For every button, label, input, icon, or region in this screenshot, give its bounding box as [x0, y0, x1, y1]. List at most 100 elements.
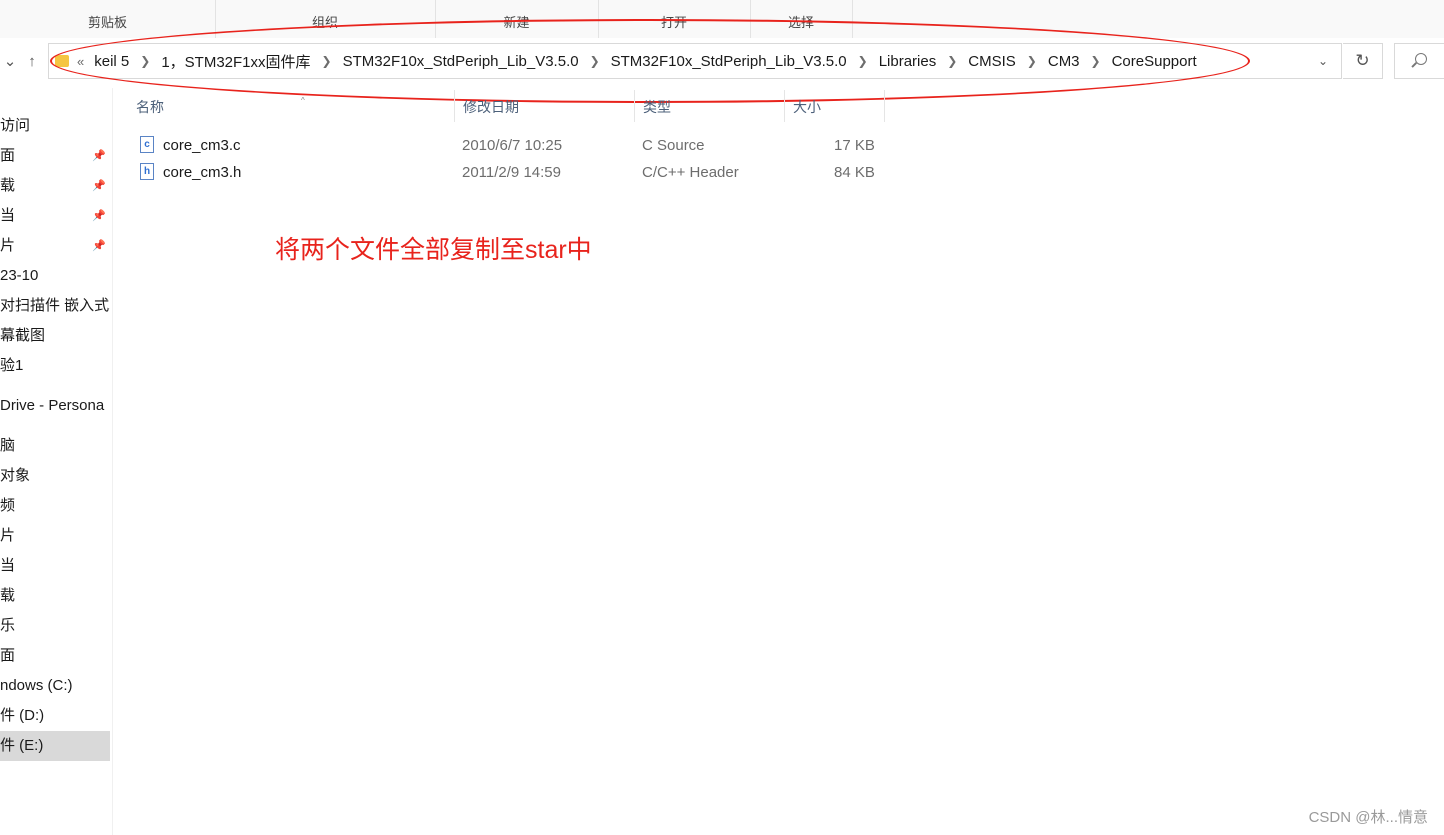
breadcrumb-stm32f1xx-lib[interactable]: 1，STM32F1xx固件库	[161, 51, 310, 72]
column-header-size[interactable]: 大小	[785, 90, 885, 122]
nav-item-scans[interactable]: 对扫描件 嵌入式单	[0, 291, 110, 321]
nav-item-screenshots[interactable]: 幕截图	[0, 321, 110, 351]
nav-item-drive-d[interactable]: 件 (D:)	[0, 701, 110, 731]
nav-item-documents[interactable]: 当 📌	[0, 201, 110, 231]
column-label: 大小	[793, 99, 821, 115]
nav-item-downloads[interactable]: 载 📌	[0, 171, 110, 201]
chevron-down-icon[interactable]: ⌄	[1309, 44, 1337, 78]
breadcrumb-cm3[interactable]: CM3	[1048, 53, 1080, 70]
table-row[interactable]: c core_cm3.c 2010/6/7 10:25 C Source 17 …	[113, 132, 893, 159]
nav-item-label: 访问	[0, 117, 31, 134]
breadcrumb-libraries[interactable]: Libraries	[879, 53, 937, 70]
nav-item-label: 面	[0, 147, 16, 164]
address-bar[interactable]: « keil 5 ❯ 1，STM32F1xx固件库 ❯ STM32F10x_St…	[48, 43, 1342, 79]
breadcrumb-stdperiph-lib-2[interactable]: STM32F10x_StdPeriph_Lib_V3.5.0	[611, 53, 847, 70]
header-file-icon: h	[140, 163, 154, 180]
search-input[interactable]	[1394, 43, 1444, 79]
nav-item-label: 对象	[0, 467, 31, 484]
nav-item-label: 23-10	[0, 267, 39, 284]
breadcrumb-coresupport[interactable]: CoreSupport	[1112, 53, 1197, 70]
breadcrumb-keil5[interactable]: keil 5	[94, 53, 129, 70]
nav-item-onedrive[interactable]: Drive - Persona	[0, 391, 110, 421]
column-header-name[interactable]: 名称 ^	[128, 90, 455, 122]
chevron-right-icon[interactable]: ❯	[140, 54, 150, 68]
nav-item-label: 片	[0, 237, 16, 254]
breadcrumb-overflow[interactable]: «	[77, 54, 84, 69]
pin-icon: 📌	[92, 240, 106, 252]
ribbon-group-clipboard[interactable]: 剪贴板	[0, 0, 216, 38]
ribbon-group-organize[interactable]: 组织	[215, 0, 436, 38]
pin-icon: 📌	[92, 180, 106, 192]
chevron-right-icon[interactable]: ❯	[322, 54, 332, 68]
recent-locations-button[interactable]: ⌄	[0, 50, 20, 74]
nav-item-label: 片	[0, 527, 16, 544]
chevron-right-icon[interactable]: ❯	[1027, 54, 1037, 68]
file-type: C Source	[642, 137, 705, 154]
chevron-right-icon[interactable]: ❯	[590, 54, 600, 68]
file-modified: 2011/2/9 14:59	[462, 164, 561, 181]
watermark: CSDN @林...情意	[1308, 809, 1428, 826]
file-list-header: 名称 ^ 修改日期 类型 大小	[113, 90, 1444, 122]
chevron-right-icon[interactable]: ❯	[858, 54, 868, 68]
file-size: 17 KB	[834, 137, 875, 154]
ribbon-group-open[interactable]: 打开	[598, 0, 751, 38]
folder-icon	[55, 55, 69, 67]
nav-item-3d-objects[interactable]: 对象	[0, 461, 110, 491]
up-button[interactable]: ↑	[22, 50, 42, 74]
ribbon: 剪贴板 组织 新建 打开 选择	[0, 0, 1444, 39]
nav-item-label: 乐	[0, 617, 16, 634]
nav-item-label: 载	[0, 587, 16, 604]
file-type: C/C++ Header	[642, 164, 739, 181]
nav-item-label: ndows (C:)	[0, 677, 73, 694]
refresh-icon: ↻	[1355, 51, 1370, 70]
breadcrumb-stdperiph-lib-1[interactable]: STM32F10x_StdPeriph_Lib_V3.5.0	[343, 53, 579, 70]
ribbon-group-new[interactable]: 新建	[435, 0, 599, 38]
nav-item-videos[interactable]: 频	[0, 491, 110, 521]
file-name[interactable]: core_cm3.h	[163, 159, 241, 186]
nav-item-label: 对扫描件 嵌入式单	[0, 297, 110, 314]
nav-item-pictures[interactable]: 片 📌	[0, 231, 110, 261]
nav-item-quick-access[interactable]: 访问	[0, 111, 110, 141]
nav-item-music[interactable]: 乐	[0, 611, 110, 641]
column-label: 修改日期	[463, 99, 519, 115]
sort-ascending-icon: ^	[301, 96, 305, 105]
nav-item-desktop-pc[interactable]: 面	[0, 641, 110, 671]
nav-item-label: Drive - Persona	[0, 397, 105, 414]
nav-item-desktop[interactable]: 面 📌	[0, 141, 110, 171]
nav-item-label: 件 (D:)	[0, 707, 45, 724]
navigation-pane[interactable]: 访问 面📌 载📌 当📌 片📌 23-10 对扫描件 嵌入式单 幕截图 验1 Dr…	[0, 88, 113, 835]
nav-item-this-pc[interactable]: 脑	[0, 431, 110, 461]
nav-item-downloads-pc[interactable]: 载	[0, 581, 110, 611]
breadcrumb: « keil 5 ❯ 1，STM32F1xx固件库 ❯ STM32F10x_St…	[55, 44, 1197, 78]
nav-item-folder-23-10[interactable]: 23-10	[0, 261, 110, 291]
nav-item-label: 验1	[0, 357, 24, 374]
annotation-text: 将两个文件全部复制至star中	[275, 236, 592, 264]
search-icon	[1415, 53, 1427, 65]
chevron-right-icon[interactable]: ❯	[947, 54, 957, 68]
nav-item-label: 当	[0, 207, 16, 224]
pin-icon: 📌	[92, 210, 106, 222]
file-name[interactable]: core_cm3.c	[163, 132, 241, 159]
column-label: 类型	[643, 99, 671, 115]
column-label: 名称	[136, 99, 164, 115]
address-row: ⌄ ↑ « keil 5 ❯ 1，STM32F1xx固件库 ❯ STM32F10…	[0, 38, 1444, 88]
nav-item-label: 面	[0, 647, 16, 664]
column-header-type[interactable]: 类型	[635, 90, 785, 122]
nav-item-label: 幕截图	[0, 327, 46, 344]
nav-item-pictures-pc[interactable]: 片	[0, 521, 110, 551]
nav-item-drive-c[interactable]: ndows (C:)	[0, 671, 110, 701]
breadcrumb-cmsis[interactable]: CMSIS	[968, 53, 1016, 70]
nav-item-experiment1[interactable]: 验1	[0, 351, 110, 381]
ribbon-group-select[interactable]: 选择	[750, 0, 853, 38]
table-row[interactable]: h core_cm3.h 2011/2/9 14:59 C/C++ Header…	[113, 159, 893, 186]
nav-item-label: 频	[0, 497, 16, 514]
chevron-right-icon[interactable]: ❯	[1091, 54, 1101, 68]
pin-icon: 📌	[92, 150, 106, 162]
column-header-modified[interactable]: 修改日期	[455, 90, 635, 122]
nav-item-label: 件 (E:)	[0, 737, 44, 754]
nav-item-drive-e[interactable]: 件 (E:)	[0, 731, 110, 761]
nav-item-label: 脑	[0, 437, 16, 454]
refresh-button[interactable]: ↻	[1343, 43, 1383, 79]
nav-item-documents-pc[interactable]: 当	[0, 551, 110, 581]
nav-item-label: 当	[0, 557, 16, 574]
